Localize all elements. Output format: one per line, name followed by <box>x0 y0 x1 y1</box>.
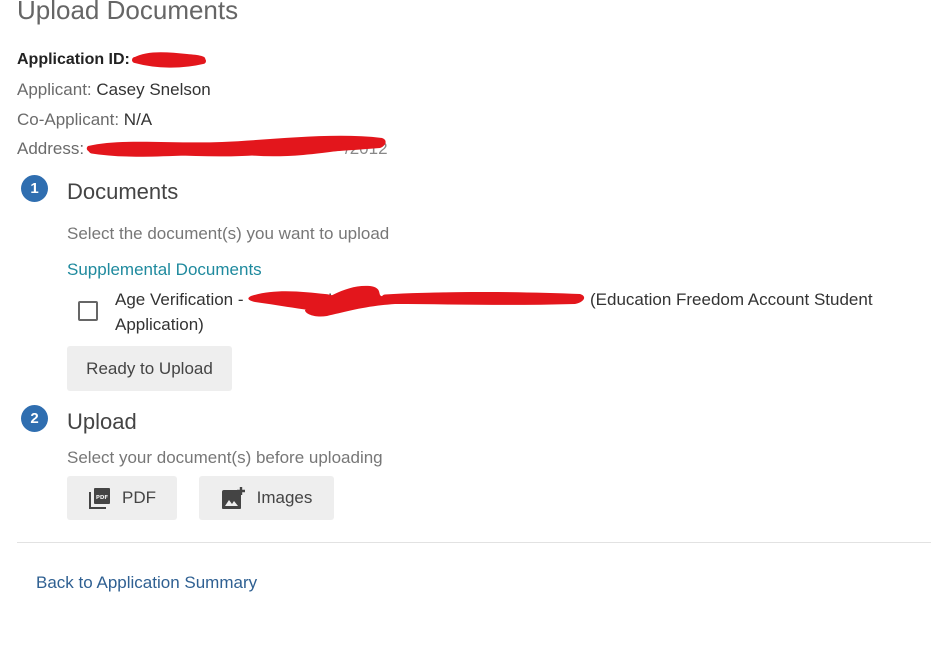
add-photo-icon <box>221 486 247 510</box>
pdf-button-label: PDF <box>122 488 156 507</box>
images-button-label: Images <box>256 488 313 507</box>
images-upload-button[interactable]: Images <box>199 476 334 520</box>
applicant-name: Casey Snelson <box>96 80 211 99</box>
step-1-instruction: Select the document(s) you want to uploa… <box>67 224 390 243</box>
ready-to-upload-label: Ready to Upload <box>86 358 213 378</box>
supplemental-documents-label: Supplemental Documents <box>67 260 262 279</box>
address-line: Address: <box>17 139 84 159</box>
application-id-redaction <box>132 52 206 68</box>
pdf-upload-button[interactable]: PDF PDF <box>67 476 177 520</box>
age-verification-label-line2[interactable]: Application) <box>115 312 204 337</box>
svg-text:PDF: PDF <box>96 495 109 501</box>
step-1-heading: Documents <box>67 179 179 204</box>
step-2-instruction: Select your document(s) before uploading <box>67 448 383 467</box>
ready-to-upload-button[interactable]: Ready to Upload <box>67 346 232 391</box>
applicant-label: Applicant: <box>17 80 92 99</box>
pdf-icon: PDF <box>88 486 112 510</box>
back-to-application-summary-link[interactable]: Back to Application Summary <box>36 573 257 593</box>
step-1-number: 1 <box>21 175 48 202</box>
doc-label-prefix: Age Verification - <box>115 290 244 309</box>
document-name-redaction <box>248 285 585 317</box>
application-id-label: Application ID: <box>17 51 130 68</box>
coapplicant-label: Co-Applicant: <box>17 110 120 129</box>
page-title: Upload Documents <box>17 0 239 25</box>
doc-label-middle: K <box>328 290 340 309</box>
age-verification-checkbox[interactable] <box>78 301 98 321</box>
application-id-line: Application ID: <box>17 51 130 69</box>
age-verification-label-line1[interactable]: Age Verification - <box>115 287 244 312</box>
applicant-line: Applicant: Casey Snelson <box>17 80 211 100</box>
coapplicant-line: Co-Applicant: N/A <box>17 110 152 130</box>
address-label: Address: <box>17 139 85 158</box>
address-visible-tail: /2012 <box>345 139 388 158</box>
divider <box>17 542 931 543</box>
step-2-number: 2 <box>21 405 48 432</box>
coapplicant-value: N/A <box>123 110 153 129</box>
step-2-heading: Upload <box>67 409 137 434</box>
doc-label-suffix: (Education Freedom Account Student <box>590 290 873 309</box>
